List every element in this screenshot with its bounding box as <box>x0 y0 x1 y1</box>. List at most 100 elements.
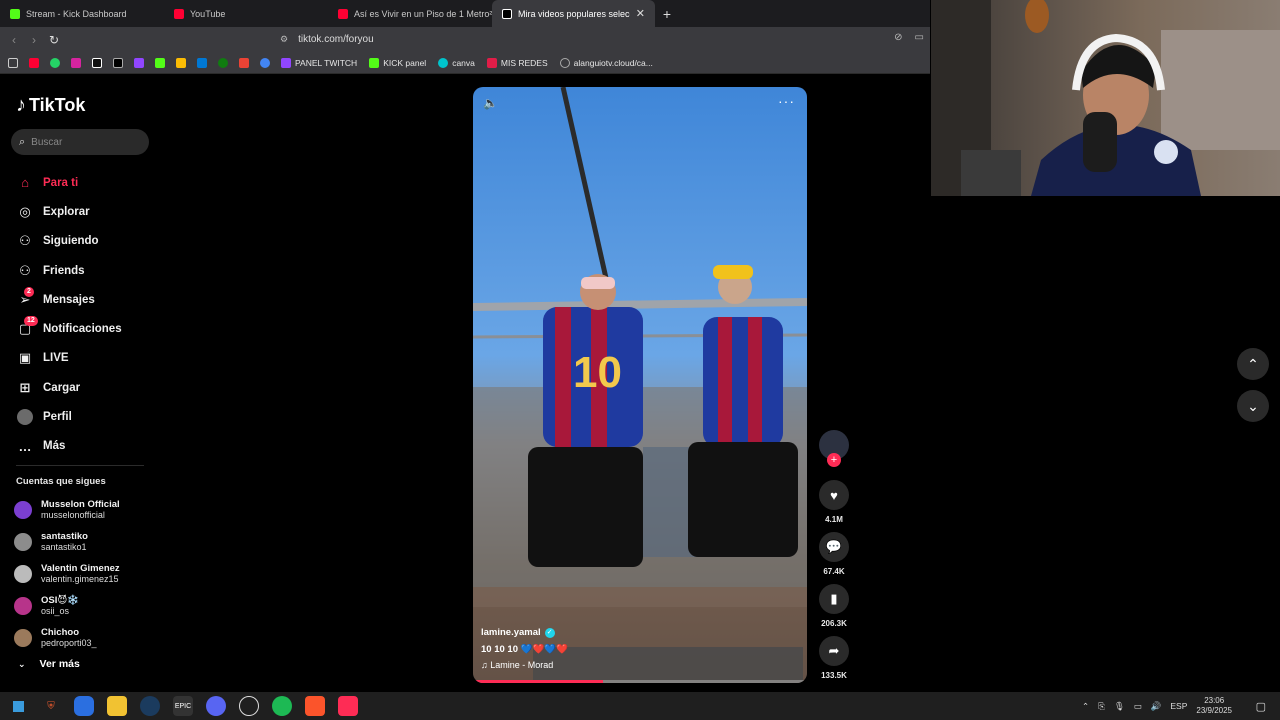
network-icon[interactable]: ▭ <box>1134 701 1142 712</box>
drive-bookmark-icon[interactable] <box>176 57 186 68</box>
avatar <box>14 533 32 551</box>
nav-item-cargar[interactable]: ⊞ Cargar <box>16 373 156 402</box>
volume-icon[interactable]: 🔈 <box>483 96 498 110</box>
tab-youtube-video[interactable]: Así es Vivir en un Piso de 1 Metro² en <box>328 0 492 27</box>
share-button[interactable]: ➦ 133.5K <box>818 636 850 680</box>
follow-plus-icon[interactable]: + <box>827 453 841 467</box>
steam-icon[interactable] <box>140 696 160 716</box>
cast-icon[interactable]: ▭ <box>915 32 924 43</box>
tab-kick-dashboard[interactable]: Stream - Kick Dashboard <box>0 0 164 27</box>
epic-games-icon[interactable]: EPIC <box>173 696 193 716</box>
url-field[interactable]: ⚙ tiktok.com/foryou <box>280 30 930 49</box>
video-progress-bar[interactable] <box>473 680 807 683</box>
author-avatar[interactable]: + <box>819 430 849 467</box>
chrome-bookmark-icon[interactable] <box>260 57 270 68</box>
back-icon[interactable]: ‹ <box>4 33 24 47</box>
nav-label: Notificaciones <box>43 323 122 336</box>
speaker-icon[interactable]: 🔊 <box>1151 701 1162 712</box>
notification-center-icon[interactable]: ▢ <box>1256 700 1266 713</box>
nav-item-para-ti[interactable]: ⌂ Para ti <box>16 168 156 197</box>
windows-taskbar: ⛨ EPIC ⌃ ⎘ 🎙 ▭ 🔊 ESP 23:06 23/9/2025 ▢ <box>0 692 1280 720</box>
bookmark-alanguio[interactable]: alanguiotv.cloud/ca... <box>559 57 653 68</box>
bookmark-label: KICK panel <box>383 57 427 68</box>
following-account[interactable]: Chichoo pedroporti03_ <box>14 622 154 654</box>
whatsapp-bookmark-icon[interactable] <box>50 57 60 68</box>
following-account[interactable]: santastiko santastiko1 <box>14 526 154 558</box>
save-count: 206.3K <box>821 619 847 628</box>
like-button[interactable]: ♥ 4.1M <box>818 480 850 524</box>
forward-icon[interactable]: › <box>24 33 44 47</box>
webcam-overlay <box>931 0 1280 196</box>
search-input[interactable]: ⌕ Buscar <box>11 129 149 155</box>
brave-icon[interactable] <box>305 696 325 716</box>
twitch-bookmark-icon[interactable] <box>134 57 144 68</box>
comment-count: 67.4K <box>823 567 845 576</box>
obs-icon[interactable] <box>239 696 259 716</box>
no-tracking-icon[interactable]: ⊘ <box>894 32 902 43</box>
bookmark-kick-panel[interactable]: KICK panel <box>369 57 427 68</box>
windows-start-icon[interactable] <box>8 696 28 716</box>
close-tab-icon[interactable]: ✕ <box>636 7 645 20</box>
comment-button[interactable]: 💬 67.4K <box>818 532 850 576</box>
language-indicator[interactable]: ESP <box>1170 701 1187 711</box>
site-settings-icon[interactable]: ⚙ <box>280 34 288 45</box>
nav-item-perfil[interactable]: Perfil <box>16 402 156 431</box>
youtube-bookmark-icon[interactable] <box>29 57 39 68</box>
bookmark-mis-redes[interactable]: MIS REDES <box>486 57 548 68</box>
apps-grid-icon[interactable] <box>8 57 18 68</box>
notifications-badge: 12 <box>24 316 38 327</box>
copilot-icon[interactable] <box>74 696 94 716</box>
bookmark-panel-twitch[interactable]: PANEL TWITCH <box>281 57 357 68</box>
see-more-button[interactable]: ⌄ Ver más <box>18 658 80 670</box>
file-explorer-icon[interactable] <box>107 696 127 716</box>
new-tab-button[interactable]: + <box>655 6 679 22</box>
bookmark-canva[interactable]: canva <box>438 57 475 68</box>
tiktok-bookmark-icon[interactable] <box>92 57 102 68</box>
tiktok-app-icon[interactable] <box>338 696 358 716</box>
nav-item-mas[interactable]: … Más <box>16 432 156 461</box>
video-music[interactable]: ♫ Lamine - Morad <box>481 660 781 670</box>
shield-icon[interactable]: ⛨ <box>41 696 61 716</box>
video-options-icon[interactable]: ··· <box>778 93 795 109</box>
usb-icon[interactable]: ⎘ <box>1098 701 1105 712</box>
nav-item-live[interactable]: ▣ LIVE <box>16 344 156 373</box>
see-more-label: Ver más <box>39 658 80 670</box>
verified-icon: ✓ <box>544 627 555 638</box>
discord-icon[interactable] <box>206 696 226 716</box>
spotify-icon[interactable] <box>272 696 292 716</box>
account-name: santastiko <box>41 531 88 542</box>
share-icon: ➦ <box>819 636 849 666</box>
kick-bookmark-icon[interactable] <box>155 57 165 68</box>
instagram-bookmark-icon[interactable] <box>71 57 81 68</box>
nav-item-friends[interactable]: ⚇ Friends <box>16 256 156 285</box>
clock[interactable]: 23:06 23/9/2025 <box>1196 696 1232 716</box>
reload-icon[interactable]: ↻ <box>44 33 64 47</box>
nav-item-explorar[interactable]: ◎ Explorar <box>16 197 156 226</box>
xbox-bookmark-icon[interactable] <box>218 57 228 68</box>
microphone-icon[interactable]: 🎙 <box>1114 701 1125 712</box>
friends-icon: ⚇ <box>19 262 31 278</box>
nav-item-mensajes[interactable]: ➢ 2 Mensajes <box>16 285 156 314</box>
video-player[interactable]: 10 🔈 ··· lamine.yamal ✓ 10 10 10 💙❤️💙❤️ … <box>473 87 807 683</box>
following-account[interactable]: Valentin Gimenez valentin.gimenez15 <box>14 558 154 590</box>
save-button[interactable]: ▮ 206.3K <box>818 584 850 628</box>
video-author[interactable]: lamine.yamal ✓ <box>481 627 781 638</box>
next-video-button[interactable]: ⌄ <box>1237 390 1269 422</box>
following-account[interactable]: OSI😈❄️ osii_os <box>14 590 154 622</box>
tiktok-logo[interactable]: ♪ TikTok <box>16 94 85 117</box>
redes-icon <box>486 57 497 68</box>
nav-item-notificaciones[interactable]: ▢ 12 Notificaciones <box>16 314 156 343</box>
user-follow-icon: ⚇ <box>19 233 31 249</box>
clock-time: 23:06 <box>1204 696 1225 705</box>
tab-youtube[interactable]: YouTube <box>164 0 328 27</box>
following-account[interactable]: Musselon Official musselonofficial <box>14 494 154 526</box>
nav-item-siguiendo[interactable]: ⚇ Siguiendo <box>16 227 156 256</box>
avatar <box>14 565 32 583</box>
x-bookmark-icon[interactable] <box>113 57 123 68</box>
tab-tiktok[interactable]: Mira videos populares seleccion ✕ <box>492 0 655 27</box>
chevron-up-icon[interactable]: ⌃ <box>1082 701 1089 712</box>
clock-date: 23/9/2025 <box>1196 706 1232 715</box>
previous-video-button[interactable]: ⌃ <box>1237 348 1269 380</box>
gmail-bookmark-icon[interactable] <box>239 57 249 68</box>
outlook-bookmark-icon[interactable] <box>197 57 207 68</box>
